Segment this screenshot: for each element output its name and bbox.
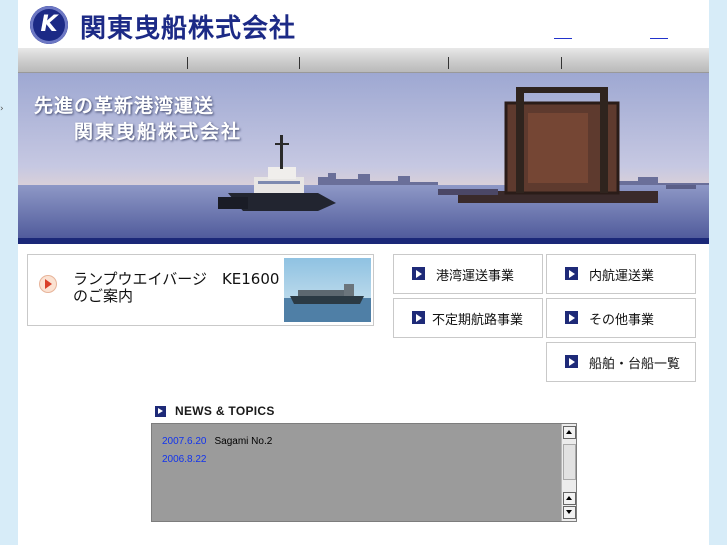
news-scrollbar[interactable] [561,424,576,521]
page: K 関東曳船株式会社 先進の革新港湾運送 関東曳船株式会社 ランプウエイバージ … [18,0,709,545]
banner-tagline: 先進の革新港湾運送 [34,95,215,117]
nav-separator [448,57,449,69]
arrow-square-icon [412,267,425,280]
feature-title-line1: ランプウエイバージ KE1600 [73,270,280,288]
feature-title-line2: のご案内 [73,287,134,305]
news-arrow-icon [155,406,166,417]
nav-separator [187,57,188,69]
barge-thumbnail[interactable] [284,258,371,322]
scroll-up-arrow-icon[interactable] [563,492,576,505]
menu-harbor-transport[interactable]: 港湾運送事業 [393,254,543,294]
top-link-2[interactable] [650,22,668,39]
news-title[interactable]: Sagami No.2 [215,436,273,447]
banner-company: 関東曳船株式会社 [74,121,243,143]
menu-other-business[interactable]: その他事業 [546,298,696,338]
news-heading: NEWS & TOPICS [175,404,275,418]
menu-label: 船舶・台船一覧 [589,357,681,372]
arrow-square-icon [565,267,578,280]
menu-label: 内航運送業 [589,269,655,284]
menu-irregular-route[interactable]: 不定期航路事業 [393,298,543,338]
scroll-down-arrow-icon[interactable] [563,506,576,519]
news-item[interactable]: 2007.6.20 Sagami No.2 [162,436,272,447]
news-item[interactable]: 2006.8.22 [162,454,215,465]
menu-label: その他事業 [589,313,655,328]
menu-label: 港湾運送事業 [436,269,515,284]
logo-letter: K [40,12,58,37]
news-list: 2007.6.20 Sagami No.2 2006.8.22 [151,423,577,522]
rampway-barge-feature[interactable]: ランプウエイバージ KE1600 のご案内 [27,254,374,326]
hero-banner: 先進の革新港湾運送 関東曳船株式会社 [18,73,709,243]
play-circle-icon [39,275,57,293]
arrow-square-icon [565,311,578,324]
menu-coastal-shipping[interactable]: 内航運送業 [546,254,696,294]
top-link-1[interactable] [554,22,572,39]
company-logo[interactable]: K [30,6,68,44]
menu-fleet-list[interactable]: 船舶・台船一覧 [546,342,696,382]
arrow-square-icon [412,311,425,324]
feature-title: ランプウエイバージ KE1600 のご案内 [73,271,279,305]
menu-label: 不定期航路事業 [432,313,524,328]
scroll-thumb[interactable] [563,444,576,480]
news-date[interactable]: 2007.6.20 [162,436,207,447]
nav-separator [561,57,562,69]
global-nav [18,48,709,73]
nav-separator [299,57,300,69]
scroll-up-arrow-icon[interactable] [563,426,576,439]
left-edge-mark: › [0,104,4,114]
news-date[interactable]: 2006.8.22 [162,454,207,465]
arrow-square-icon [565,355,578,368]
banner-bottom-band [18,238,709,244]
company-name: 関東曳船株式会社 [80,14,297,44]
